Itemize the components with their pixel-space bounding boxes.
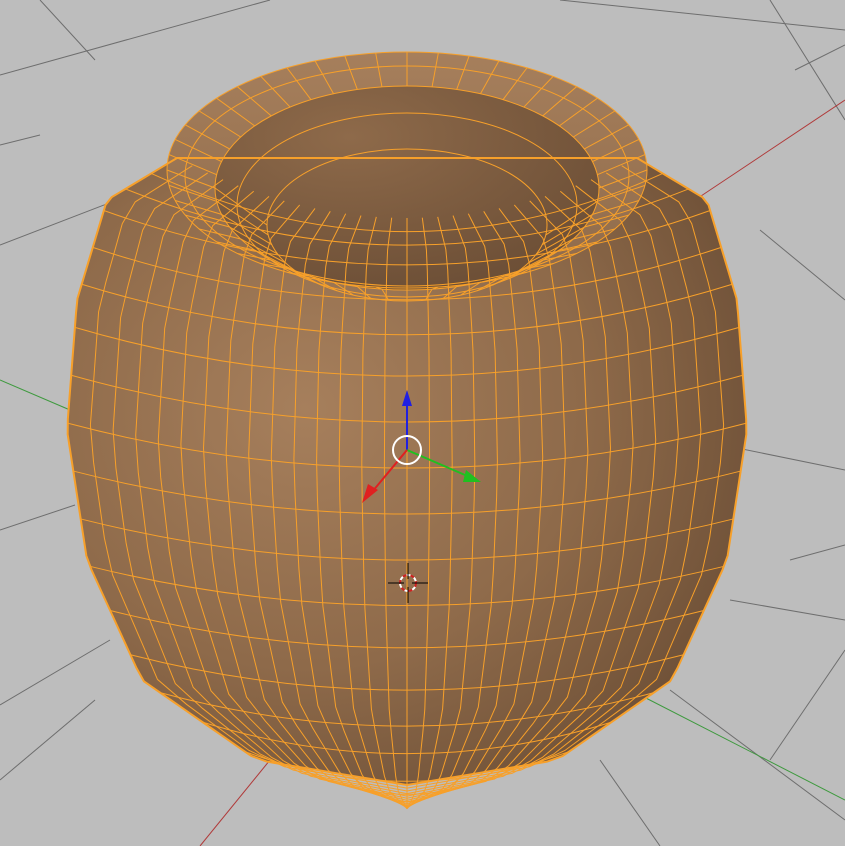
grid-axis-y	[639, 694, 845, 801]
grid-line	[759, 229, 845, 301]
grid-line	[559, 0, 845, 31]
grid-line	[599, 759, 661, 846]
grid-line	[729, 599, 845, 621]
grid-axis-x	[199, 759, 271, 846]
viewport-scene[interactable]	[0, 0, 845, 846]
grid-line	[769, 0, 845, 121]
grid-line	[0, 134, 41, 146]
grid-line	[794, 44, 845, 71]
grid-axis-x	[679, 99, 845, 211]
3d-viewport[interactable]	[0, 0, 845, 846]
grid-axis-y	[0, 379, 71, 411]
grid-line	[0, 699, 96, 781]
grid-line	[0, 0, 271, 76]
grid-line	[0, 504, 76, 531]
grid-line	[0, 639, 111, 706]
grid-line	[769, 649, 845, 761]
grid-line	[39, 0, 96, 61]
grid-line	[789, 544, 845, 561]
